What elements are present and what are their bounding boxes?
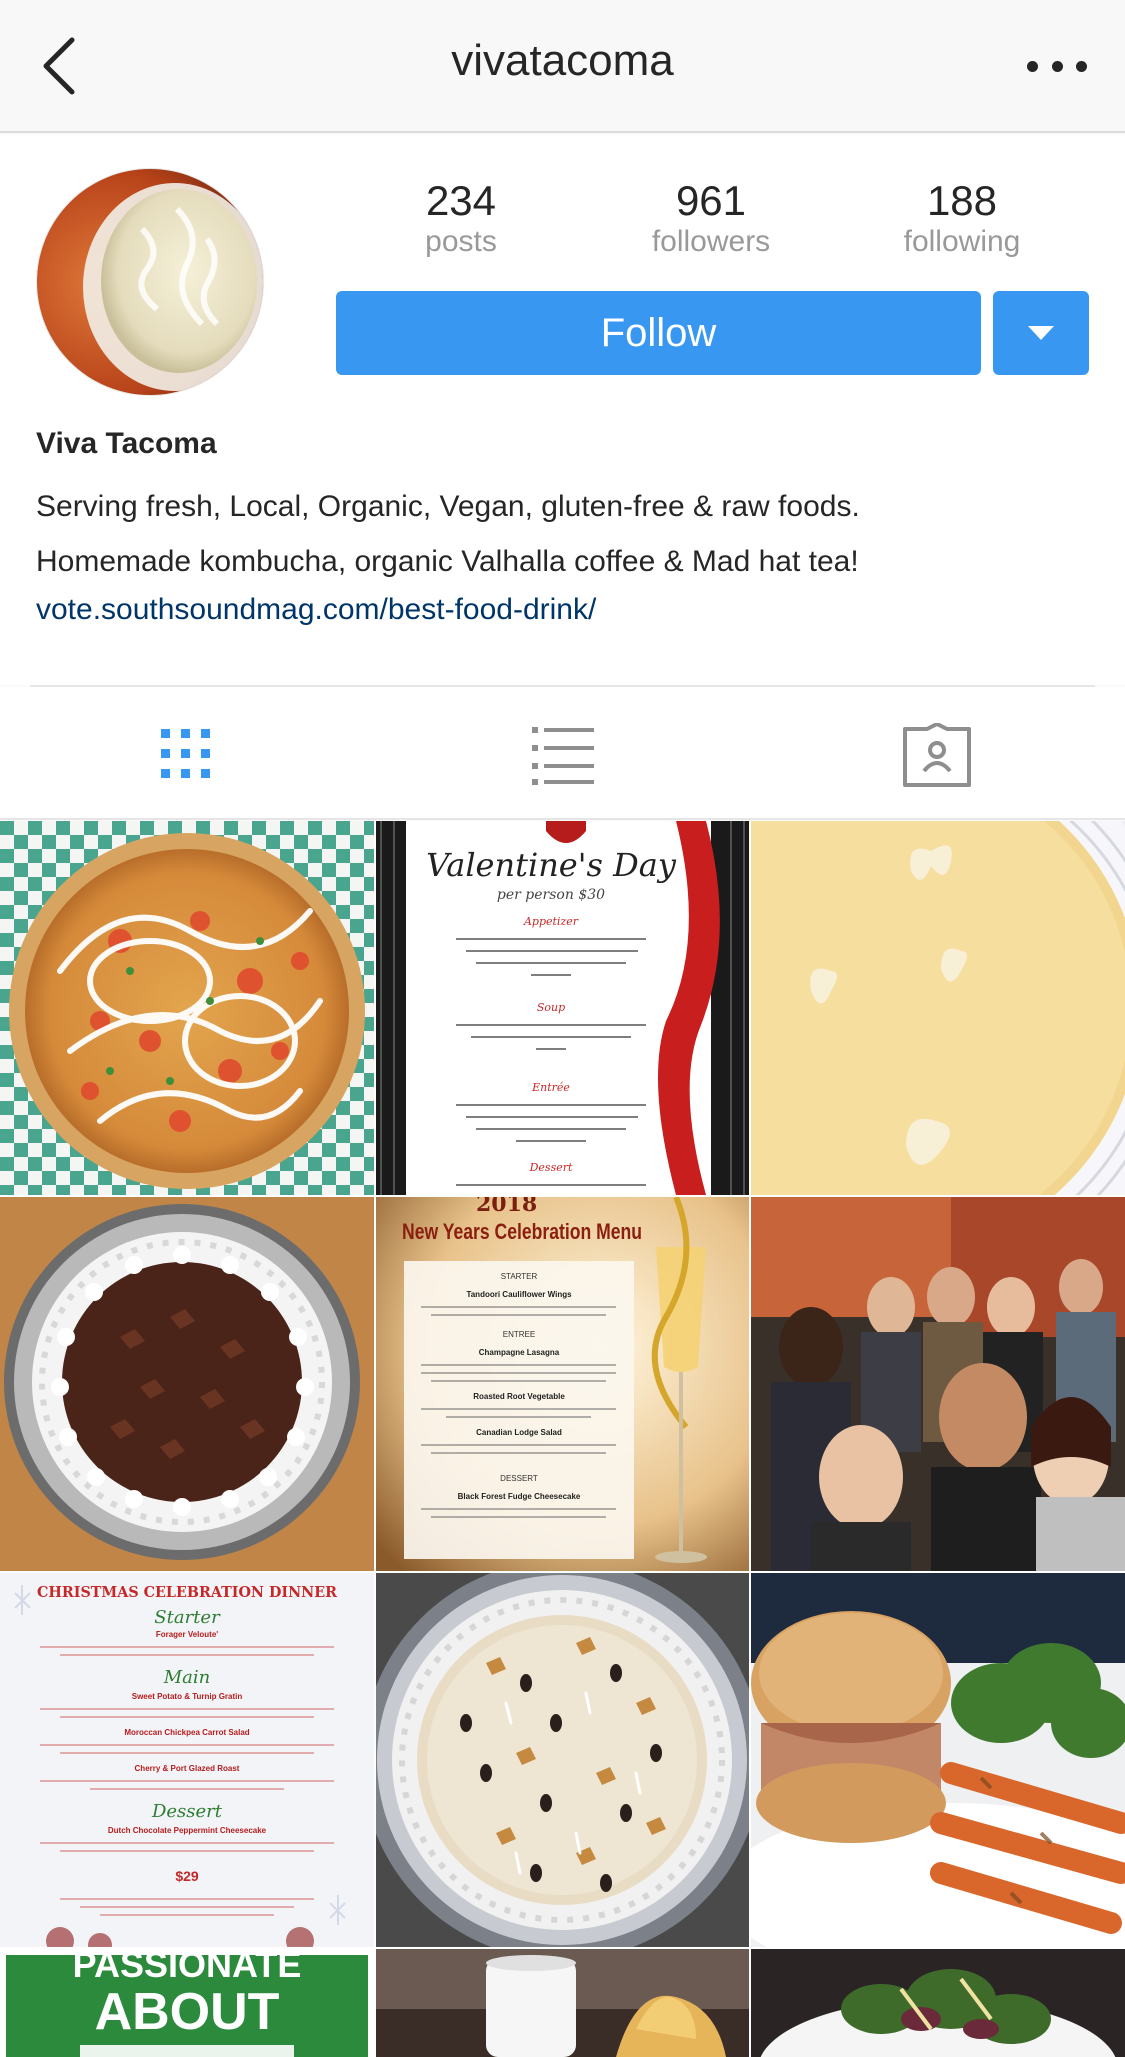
- menu-item: Dutch Chocolate Peppermint Cheesecake: [108, 1826, 267, 1835]
- post-thumbnail-pie[interactable]: [751, 821, 1125, 1195]
- top-bar: vivatacoma: [0, 0, 1125, 133]
- profile-tabs: [0, 687, 1125, 820]
- post-thumbnail-coffee[interactable]: [376, 1949, 749, 2057]
- menu-item: Cherry & Port Glazed Roast: [135, 1764, 240, 1773]
- menu-title: Valentine's Day: [426, 846, 677, 884]
- stat-posts-label: posts: [425, 225, 497, 258]
- menu-item: Forager Veloute': [156, 1630, 218, 1639]
- stat-following-value: 188: [926, 177, 998, 224]
- bio-line: Homemade kombucha, organic Valhalla coff…: [36, 545, 859, 578]
- menu-year: 2018: [476, 1197, 537, 1217]
- post-thumbnail-christmas-menu[interactable]: CHRISTMAS CELEBRATION DINNER Starter For…: [0, 1573, 374, 1947]
- menu-section: Main: [163, 1667, 211, 1688]
- menu-section: ENTREE: [503, 1330, 535, 1339]
- dot: [1076, 60, 1087, 72]
- menu-title: CHRISTMAS CELEBRATION DINNER: [37, 1583, 337, 1601]
- menu-price: $29: [175, 1868, 199, 1884]
- profile-link[interactable]: vote.southsoundmag.com/best-food-drink/: [36, 593, 596, 627]
- follow-button[interactable]: Follow: [336, 291, 981, 375]
- menu-section: Dessert: [529, 1161, 573, 1174]
- suggestions-dropdown-button[interactable]: [993, 291, 1089, 375]
- post-thumbnail-sandwich[interactable]: [751, 1573, 1125, 1947]
- stat-followers-value: 961: [675, 177, 747, 224]
- menu-item: Tandoori Cauliflower Wings: [466, 1290, 572, 1299]
- menu-section: DESSERT: [500, 1474, 538, 1483]
- stat-posts[interactable]: 234 posts: [361, 177, 561, 259]
- menu-item: Black Forest Fudge Cheesecake: [458, 1492, 581, 1501]
- stat-followers[interactable]: 961 followers: [611, 177, 811, 259]
- stat-followers-label: followers: [651, 225, 771, 258]
- stat-following[interactable]: 188 following: [862, 177, 1062, 259]
- bio-line: Serving fresh, Local, Organic, Vegan, gl…: [36, 490, 860, 523]
- menu-item: Moroccan Chickpea Carrot Salad: [124, 1728, 249, 1737]
- menu-item: Canadian Lodge Salad: [476, 1428, 562, 1437]
- grid-icon[interactable]: [146, 723, 226, 787]
- post-grid: Valentine's Day per person $30 Appetizer…: [0, 821, 1125, 2057]
- profile-bio: Serving fresh, Local, Organic, Vegan, gl…: [36, 479, 1096, 589]
- avatar[interactable]: [36, 168, 264, 396]
- profile-name: Viva Tacoma: [36, 427, 217, 460]
- dot: [1027, 60, 1038, 72]
- menu-section: Starter: [154, 1607, 221, 1628]
- menu-subtitle: per person $30: [497, 887, 605, 903]
- poster-line: PASSIONATE: [73, 1949, 302, 1985]
- profile-header: 234 posts 961 followers 188 following Fo…: [0, 135, 1125, 687]
- menu-item: Sweet Potato & Turnip Gratin: [132, 1692, 243, 1701]
- menu-item: Roasted Root Vegetable: [473, 1392, 565, 1401]
- menu-section: Dessert: [151, 1801, 223, 1822]
- menu-item: Champagne Lasagna: [479, 1348, 560, 1357]
- post-thumbnail-dessert-pizza[interactable]: [376, 1573, 749, 1947]
- more-horizontal-icon[interactable]: [1027, 46, 1087, 86]
- menu-section: Entrée: [531, 1081, 570, 1094]
- chevron-down-icon: [1028, 326, 1054, 340]
- menu-section: STARTER: [501, 1272, 538, 1281]
- post-thumbnail-salad[interactable]: [751, 1949, 1125, 2057]
- tagged-icon[interactable]: [897, 722, 977, 787]
- page-title: vivatacoma: [451, 36, 674, 85]
- post-thumbnail-poster[interactable]: PASSIONATE ABOUT: [0, 1949, 374, 2057]
- stat-posts-value: 234: [425, 177, 497, 224]
- post-thumbnail-group-photo[interactable]: [751, 1197, 1125, 1571]
- stat-following-label: following: [903, 225, 1021, 258]
- list-icon[interactable]: [522, 723, 602, 787]
- post-thumbnail-valentines-menu[interactable]: Valentine's Day per person $30 Appetizer…: [376, 821, 749, 1195]
- menu-section: Soup: [537, 1001, 565, 1014]
- poster-line: ABOUT: [95, 1983, 280, 2041]
- menu-section: Appetizer: [523, 915, 579, 928]
- menu-title: New Years Celebration Menu: [402, 1219, 642, 1244]
- post-thumbnail-pizza[interactable]: [0, 821, 374, 1195]
- post-thumbnail-chocolate-tart[interactable]: [0, 1197, 374, 1571]
- post-thumbnail-new-years-menu[interactable]: 2018 New Years Celebration Menu STARTER …: [376, 1197, 749, 1571]
- profile-stats: 234 posts 961 followers 188 following: [336, 177, 1088, 267]
- dot: [1051, 60, 1063, 72]
